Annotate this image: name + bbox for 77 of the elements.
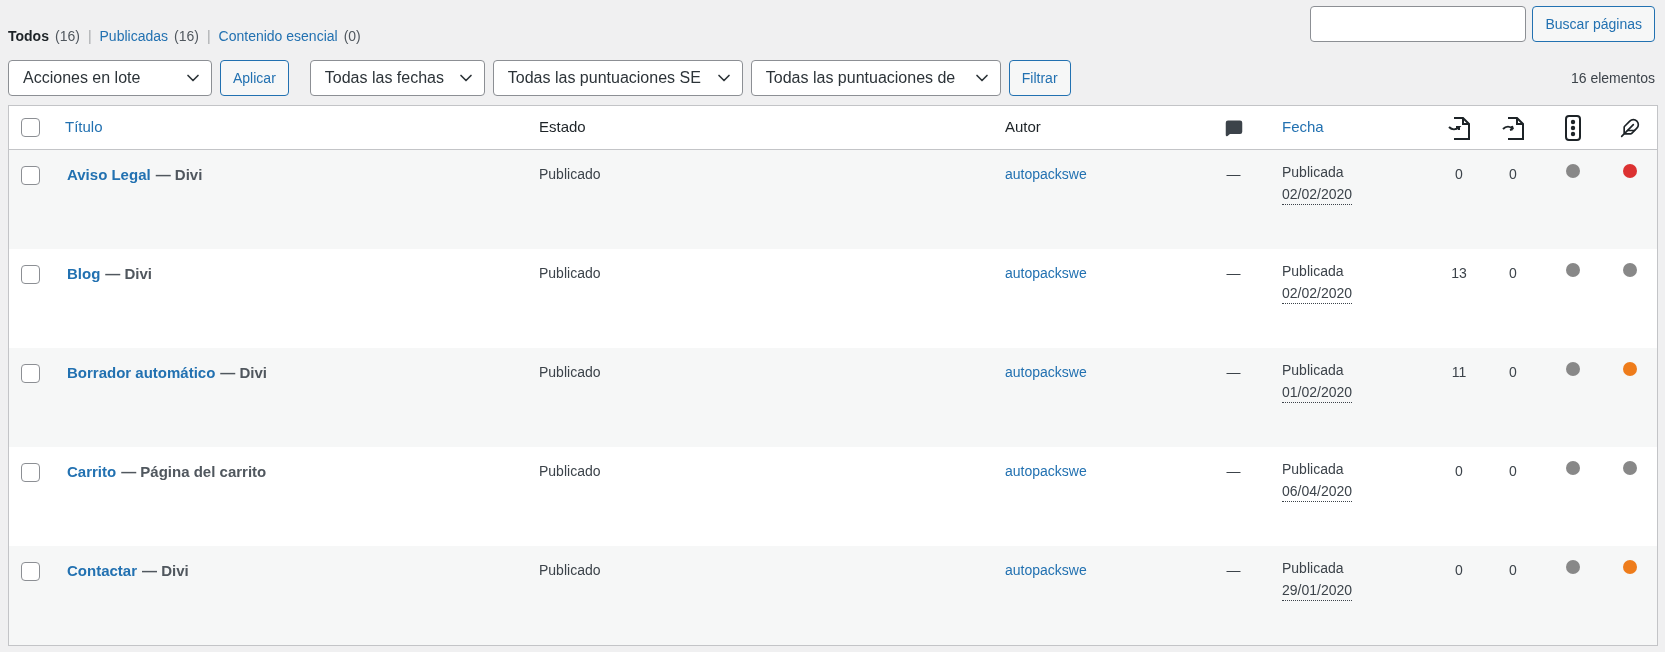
date-cell: 02/02/2020 — [1282, 184, 1353, 205]
comments-cell-text: — — [1226, 165, 1241, 184]
date-status: Publicada — [1282, 163, 1344, 182]
traffic-light-icon — [1565, 114, 1581, 141]
outgoing-links-icon — [1500, 114, 1526, 141]
checkbox[interactable] — [21, 118, 40, 137]
page-title-link[interactable]: Borrador automático — [67, 362, 216, 385]
page-title-link[interactable]: Aviso Legal — [67, 164, 151, 187]
date-cell: 06/04/2020 — [1282, 481, 1353, 502]
author-link[interactable]: autopackswe — [1005, 362, 1087, 383]
bulk-actions-select[interactable]: Acciones en lote — [8, 60, 212, 96]
outgoing-links-count: 0 — [1509, 264, 1517, 283]
view-count: (16) — [54, 27, 80, 46]
date-cell: 01/02/2020 — [1282, 382, 1353, 403]
checkbox[interactable] — [21, 562, 40, 581]
date-cell: 02/02/2020 — [1282, 283, 1353, 304]
feather-icon — [1619, 117, 1640, 138]
author-column-header: Autor — [1005, 117, 1041, 138]
date-column-header[interactable]: Fecha — [1282, 116, 1324, 139]
incoming-links-count: 0 — [1455, 462, 1463, 481]
date-status: Publicada — [1282, 559, 1344, 578]
separator: | — [87, 27, 92, 46]
status-cell-text: Publicado — [538, 165, 601, 184]
apply-button[interactable]: Aplicar — [220, 60, 289, 96]
comments-cell-text: — — [1226, 363, 1241, 382]
author-link[interactable]: autopackswe — [1005, 560, 1087, 581]
checkbox[interactable] — [21, 265, 40, 284]
comments-cell-text: — — [1226, 264, 1241, 283]
view-link[interactable]: Contenido esencial — [218, 26, 338, 47]
view-link[interactable]: Publicadas — [99, 26, 168, 47]
page-state: — Divi — [220, 363, 268, 383]
readability-select[interactable]: Todas las puntuaciones de — [750, 60, 1001, 96]
page-state: — Divi — [142, 561, 189, 581]
view-link[interactable]: Todos — [8, 26, 49, 47]
date-status: Publicada — [1282, 361, 1344, 380]
incoming-links-count: 0 — [1455, 561, 1463, 580]
author-link[interactable]: autopackswe — [1005, 461, 1087, 482]
page-state: — Divi — [155, 165, 203, 185]
view-count: (16) — [174, 27, 199, 46]
incoming-links-count: 13 — [1451, 264, 1467, 283]
outgoing-links-count: 0 — [1509, 561, 1517, 580]
search-button[interactable]: Buscar páginas — [1532, 6, 1655, 42]
seo-score-select[interactable]: Todas las puntuaciones SE — [492, 60, 743, 96]
date-status: Publicada — [1282, 262, 1344, 281]
page-state: — Divi — [105, 264, 152, 284]
comments-cell-text: — — [1226, 462, 1241, 481]
page-title-link[interactable]: Blog — [67, 263, 101, 286]
comments-icon — [1224, 118, 1243, 137]
date-cell: 29/01/2020 — [1282, 580, 1353, 601]
date-filter-select[interactable]: Todas las fechas — [309, 60, 485, 96]
checkbox[interactable] — [21, 463, 40, 482]
checkbox[interactable] — [21, 364, 40, 383]
incoming-links-icon — [1446, 114, 1472, 141]
checkbox[interactable] — [21, 166, 40, 185]
incoming-links-count: 0 — [1455, 165, 1463, 184]
outgoing-links-count: 0 — [1509, 363, 1517, 382]
view-count: (0) — [343, 27, 361, 46]
page-state: — Página del carrito — [121, 462, 267, 482]
status-column-header: Estado — [538, 117, 586, 138]
author-link[interactable]: autopackswe — [1005, 164, 1087, 185]
item-count: 16 elementos — [1570, 68, 1656, 88]
search-field[interactable] — [1310, 6, 1527, 42]
outgoing-links-count: 0 — [1509, 165, 1517, 184]
author-link[interactable]: autopackswe — [1005, 263, 1087, 284]
status-cell-text: Publicado — [538, 363, 601, 382]
status-cell-text: Publicado — [538, 264, 601, 283]
separator: | — [206, 27, 211, 46]
filter-button[interactable]: Filtrar — [1008, 60, 1071, 96]
page-title-link[interactable]: Carrito — [67, 461, 117, 484]
outgoing-links-count: 0 — [1509, 462, 1517, 481]
status-cell-text: Publicado — [538, 561, 601, 580]
page-title-link[interactable]: Contactar — [67, 560, 137, 583]
comments-cell-text: — — [1226, 561, 1241, 580]
status-cell-text: Publicado — [538, 462, 601, 481]
incoming-links-count: 11 — [1451, 363, 1467, 382]
title-column-header[interactable]: Título — [57, 116, 103, 139]
date-status: Publicada — [1282, 460, 1344, 479]
